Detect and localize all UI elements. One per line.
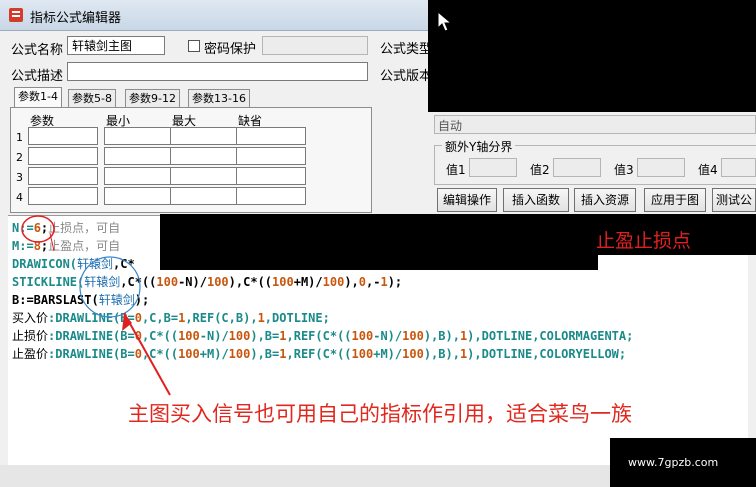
param-row-number: 1: [16, 131, 23, 144]
test-formula-button[interactable]: 测试公: [712, 188, 756, 212]
param-row-number: 4: [16, 191, 23, 204]
main-annotation: 主图买入信号也可用自己的指标作引用，适合菜鸟一族: [128, 402, 632, 426]
code-token: ,REF(C*((: [286, 329, 352, 343]
param-name-cell[interactable]: [28, 167, 98, 185]
param-default-cell[interactable]: [236, 147, 306, 165]
formula-desc-label: 公式描述: [11, 69, 64, 84]
stop-points-annotation: 止盈止损点: [596, 230, 692, 252]
watermark: www.7gpzb.com: [628, 456, 719, 469]
param-max-cell[interactable]: [170, 167, 240, 185]
param-name-cell[interactable]: [28, 147, 98, 165]
code-number: 100: [322, 275, 345, 289]
code-number: 100: [402, 329, 424, 343]
code-token: ,-: [366, 275, 381, 289]
code-token: ),B=: [250, 329, 280, 343]
param-max-cell[interactable]: [170, 187, 240, 205]
param-default-cell[interactable]: [236, 167, 306, 185]
formula-name-input[interactable]: 轩辕剑主图: [67, 36, 165, 55]
formula-name-label: 公式名称: [11, 43, 64, 58]
value1-label: 值1: [446, 163, 466, 177]
value2-label: 值2: [530, 163, 550, 177]
value4-input[interactable]: [721, 158, 756, 177]
app-icon: [9, 8, 23, 22]
code-number: 100: [351, 329, 374, 343]
code-token: ),B),: [423, 347, 460, 361]
code-number: 100: [351, 347, 374, 361]
password-label: 密码保护: [204, 42, 257, 57]
param-row-number: 3: [16, 171, 23, 184]
param-min-cell[interactable]: [104, 187, 174, 205]
code-number: 1: [279, 347, 287, 361]
password-input[interactable]: [262, 36, 368, 55]
code-number: 1: [257, 311, 265, 325]
tab-params-13-16[interactable]: 参数13-16: [188, 89, 250, 107]
code-token: +M)/: [373, 347, 403, 361]
code-token: );: [387, 275, 403, 289]
annotation-overlay-icon: [21, 215, 171, 396]
code-token: +M)/: [293, 275, 323, 289]
code-number: 100: [228, 329, 251, 343]
insert-resource-button[interactable]: 插入资源: [574, 188, 636, 212]
code-token: -N)/: [199, 329, 229, 343]
window-title: 指标公式编辑器: [30, 11, 122, 26]
value3-label: 值3: [614, 163, 634, 177]
param-min-cell[interactable]: [104, 167, 174, 185]
code-number: 1: [380, 275, 388, 289]
code-token: ,DOTLINE;: [264, 311, 330, 325]
code-token: ,REF(C*((: [286, 347, 352, 361]
code-token: ),: [344, 275, 359, 289]
formula-desc-input[interactable]: [67, 62, 368, 81]
mouse-cursor-icon: [437, 10, 453, 32]
value2-input[interactable]: [553, 158, 601, 177]
redacted-region: [428, 0, 756, 112]
param-min-cell[interactable]: [104, 127, 174, 145]
insert-function-button[interactable]: 插入函数: [503, 188, 569, 212]
tab-params-1-4[interactable]: 参数1-4: [14, 87, 62, 108]
param-min-cell[interactable]: [104, 147, 174, 165]
password-checkbox[interactable]: [188, 40, 200, 52]
code-token: ),DOTLINE,COLORYELLOW;: [467, 347, 627, 361]
param-name-cell[interactable]: [28, 127, 98, 145]
tab-params-9-12[interactable]: 参数9-12: [125, 89, 180, 107]
auto-select[interactable]: 自动: [434, 115, 756, 134]
redacted-region: [160, 214, 598, 270]
code-token: ),B=: [250, 347, 280, 361]
code-token: ),C*((: [228, 275, 273, 289]
code-token: +M)/: [199, 347, 229, 361]
formula-type-label: 公式类型: [380, 42, 433, 57]
code-number: 100: [206, 275, 229, 289]
code-number: 0: [358, 275, 366, 289]
value3-input[interactable]: [637, 158, 685, 177]
formula-version-label: 公式版本: [380, 69, 433, 84]
value4-label: 值4: [698, 163, 718, 177]
apply-to-chart-button[interactable]: 应用于图: [644, 188, 706, 212]
tab-params-5-8[interactable]: 参数5-8: [68, 89, 116, 107]
code-number: 100: [402, 347, 424, 361]
code-token: ),DOTLINE,COLORMAGENTA;: [467, 329, 634, 343]
code-token: -N)/: [373, 329, 403, 343]
param-max-cell[interactable]: [170, 127, 240, 145]
param-name-cell[interactable]: [28, 187, 98, 205]
code-token: ),B),: [423, 329, 460, 343]
extra-y-axis-title: 额外Y轴分界: [442, 138, 516, 155]
param-default-cell[interactable]: [236, 127, 306, 145]
param-row-number: 2: [16, 151, 23, 164]
edit-ops-button[interactable]: 编辑操作: [437, 188, 497, 212]
value1-input[interactable]: [469, 158, 517, 177]
param-max-cell[interactable]: [170, 147, 240, 165]
param-default-cell[interactable]: [236, 187, 306, 205]
code-number: 100: [272, 275, 294, 289]
code-number: 100: [228, 347, 251, 361]
code-number: 1: [279, 329, 287, 343]
